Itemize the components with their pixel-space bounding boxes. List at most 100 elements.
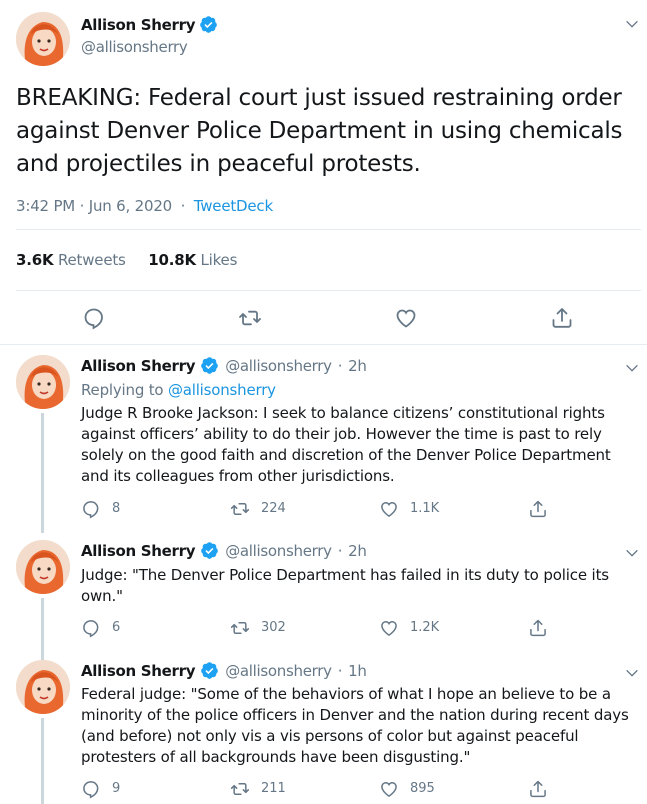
like-count: 895: [410, 781, 435, 796]
tweet-text: Federal judge: "Some of the behaviors of…: [81, 685, 629, 766]
reply-icon[interactable]: [81, 499, 101, 519]
author-name-row[interactable]: Allison Sherry: [81, 15, 218, 34]
like-icon[interactable]: [379, 779, 399, 799]
author-name[interactable]: Allison Sherry: [81, 662, 196, 680]
tweet-text: Judge R Brooke Jackson: I seek to balanc…: [81, 404, 611, 485]
like-icon[interactable]: [394, 306, 418, 330]
like-action[interactable]: 1.2K: [379, 618, 439, 638]
like-count: 1.1K: [410, 501, 440, 516]
retweet-action[interactable]: 224: [230, 499, 286, 519]
chevron-down-icon[interactable]: [624, 665, 640, 681]
reply-header: Allison Sherry @allisonsherry · 2h: [81, 541, 367, 560]
tweet-timestamp[interactable]: 3:42 PM · Jun 6, 2020: [16, 197, 172, 215]
reply-action[interactable]: 8: [81, 499, 120, 519]
reply-actions: 9 211 895: [81, 779, 561, 799]
avatar[interactable]: [16, 12, 70, 66]
likes-label: Likes: [200, 251, 238, 269]
retweets-count: 3.6K: [16, 251, 54, 269]
chevron-down-icon[interactable]: [624, 545, 640, 561]
reply-icon[interactable]: [81, 779, 101, 799]
thread-line: [41, 718, 44, 804]
avatar-illustration-icon: [16, 355, 70, 409]
likes-stat[interactable]: 10.8K Likes: [148, 251, 237, 269]
reply-tweet[interactable]: Allison Sherry @allisonsherry · 1h Feder…: [0, 650, 647, 804]
meta-separator: ·: [337, 661, 343, 680]
reply-count: 8: [112, 501, 121, 516]
author-handle[interactable]: @allisonsherry: [81, 38, 188, 56]
verified-badge-icon: [200, 356, 219, 375]
retweets-label: Retweets: [57, 251, 126, 269]
reply-tweet[interactable]: Allison Sherry @allisonsherry · 2h Reply…: [0, 345, 647, 533]
share-action[interactable]: [528, 499, 548, 519]
tweet-text: BREAKING: Federal court just issued rest…: [16, 85, 623, 177]
verified-badge-icon: [199, 15, 218, 34]
like-icon[interactable]: [379, 618, 399, 638]
verified-badge-icon: [200, 541, 219, 560]
reply-header: Allison Sherry @allisonsherry · 2h: [81, 356, 367, 375]
meta-separator: ·: [337, 541, 343, 560]
like-icon[interactable]: [379, 499, 399, 519]
share-action[interactable]: [528, 618, 548, 638]
reply-icon[interactable]: [81, 618, 101, 638]
share-icon[interactable]: [528, 618, 548, 638]
replying-prefix: Replying to: [81, 381, 164, 399]
main-tweet-actions: [0, 300, 647, 336]
tweet-time[interactable]: 1h: [348, 662, 367, 680]
chevron-down-icon[interactable]: [624, 360, 640, 376]
reply-tweet[interactable]: Allison Sherry @allisonsherry · 2h Judge…: [0, 530, 647, 662]
avatar-illustration-icon: [16, 540, 70, 594]
retweet-count: 211: [261, 781, 286, 796]
like-count: 1.2K: [410, 620, 440, 635]
likes-count: 10.8K: [148, 251, 196, 269]
share-icon[interactable]: [528, 499, 548, 519]
retweet-count: 302: [261, 620, 286, 635]
author-handle[interactable]: @allisonsherry: [225, 357, 332, 375]
tweet-time[interactable]: 2h: [348, 357, 367, 375]
verified-badge-icon: [200, 661, 219, 680]
share-icon[interactable]: [550, 306, 574, 330]
retweet-icon[interactable]: [238, 306, 262, 330]
like-action[interactable]: 895: [379, 779, 435, 799]
avatar-illustration-icon: [16, 660, 70, 714]
meta-separator: ·: [337, 356, 343, 375]
reply-header: Allison Sherry @allisonsherry · 1h: [81, 661, 367, 680]
author-name[interactable]: Allison Sherry: [81, 542, 196, 560]
avatar[interactable]: [16, 355, 70, 409]
reply-count: 6: [112, 620, 121, 635]
avatar[interactable]: [16, 540, 70, 594]
thread-line: [41, 413, 44, 533]
avatar-illustration-icon: [16, 12, 70, 66]
retweet-action[interactable]: 302: [230, 618, 286, 638]
tweet-stats: 3.6K Retweets 10.8K Likes: [16, 251, 255, 269]
chevron-down-icon[interactable]: [624, 16, 640, 32]
like-action[interactable]: 1.1K: [379, 499, 439, 519]
author-handle[interactable]: @allisonsherry: [225, 662, 332, 680]
share-action[interactable]: [528, 779, 548, 799]
retweet-icon[interactable]: [230, 499, 250, 519]
tweet-time[interactable]: 2h: [348, 542, 367, 560]
replying-to-handle[interactable]: @allisonsherry: [168, 381, 276, 399]
meta-separator: ·: [180, 197, 186, 215]
retweet-icon[interactable]: [230, 779, 250, 799]
reply-count: 9: [112, 781, 121, 796]
reply-actions: 8 224 1.1K: [81, 499, 561, 519]
retweet-icon[interactable]: [230, 618, 250, 638]
author-name[interactable]: Allison Sherry: [81, 16, 196, 34]
author-name[interactable]: Allison Sherry: [81, 357, 196, 375]
divider: [16, 290, 641, 291]
reply-actions: 6 302 1.2K: [81, 618, 561, 638]
avatar[interactable]: [16, 660, 70, 714]
tweet-text: Judge: "The Denver Police Department has…: [81, 566, 609, 605]
author-handle[interactable]: @allisonsherry: [225, 542, 332, 560]
retweet-action[interactable]: 211: [230, 779, 286, 799]
divider: [16, 229, 641, 230]
tweet-meta: 3:42 PM · Jun 6, 2020 · TweetDeck: [16, 197, 273, 215]
reply-icon[interactable]: [82, 306, 106, 330]
tweet-source-link[interactable]: TweetDeck: [194, 197, 273, 215]
reply-action[interactable]: 9: [81, 779, 120, 799]
replying-to: Replying to @allisonsherry: [81, 381, 276, 399]
retweets-stat[interactable]: 3.6K Retweets: [16, 251, 126, 269]
retweet-count: 224: [261, 501, 286, 516]
share-icon[interactable]: [528, 779, 548, 799]
reply-action[interactable]: 6: [81, 618, 120, 638]
